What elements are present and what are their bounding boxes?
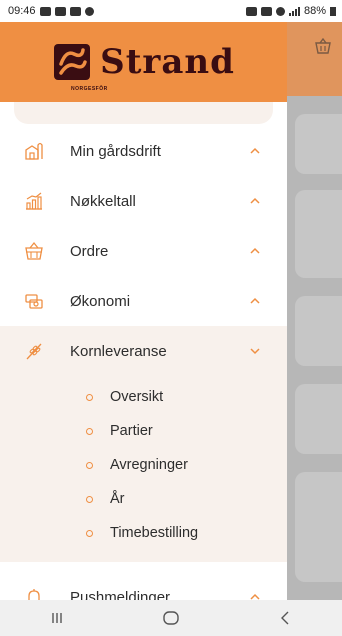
status-time: 09:46: [8, 5, 36, 17]
menu-item-pushmeldinger[interactable]: Pushmeldinger: [0, 572, 287, 600]
submenu-item-avregninger[interactable]: Avregninger: [0, 448, 287, 482]
home-button[interactable]: [151, 608, 191, 628]
menu-item-min-gardsdrift[interactable]: Min gårdsdrift: [0, 126, 287, 176]
bullet-icon: [86, 427, 93, 435]
brand-tagline: NORGESFÔR: [71, 86, 108, 92]
menu-label: Kornleveranse: [70, 342, 167, 360]
navigation-drawer: Strand NORGESFÔR Min gårdsdrift Nøkkelta…: [0, 22, 287, 600]
signal-icon: [288, 6, 300, 16]
brand-logo[interactable]: Strand: [52, 42, 235, 82]
background-card: [295, 114, 342, 174]
bullet-icon: [86, 393, 93, 401]
chevron-up-icon[interactable]: [248, 194, 262, 208]
notification-icon: [54, 6, 66, 16]
recent-apps-button[interactable]: [37, 608, 77, 628]
submenu-label: Partier: [110, 423, 153, 439]
recent-apps-icon: [52, 613, 62, 623]
wifi-icon: [275, 6, 285, 16]
chevron-up-icon[interactable]: [248, 590, 262, 600]
chevron-down-icon[interactable]: [248, 344, 262, 358]
battery-percent: 88%: [303, 5, 326, 17]
menu-item-kornleveranse[interactable]: Kornleveranse: [0, 326, 287, 376]
money-icon: [25, 294, 43, 309]
back-icon: [281, 611, 289, 625]
battery-icon: [330, 6, 336, 16]
submenu-label: År: [110, 491, 125, 507]
submenu-item-ar[interactable]: År: [0, 482, 287, 516]
background-card: [295, 190, 342, 278]
mail-icon: [69, 6, 81, 16]
brand-name: Strand: [100, 42, 235, 82]
chevron-up-icon[interactable]: [248, 244, 262, 258]
menu-item-nokkeltall[interactable]: Nøkkeltall: [0, 176, 287, 226]
kornleveranse-submenu: Oversikt Partier Avregninger År Timebest…: [0, 376, 287, 562]
bell-icon: [28, 589, 40, 600]
menu-label: Ordre: [70, 242, 109, 260]
background-card: [295, 296, 342, 366]
basket-icon[interactable]: [314, 38, 332, 54]
submenu-item-partier[interactable]: Partier: [0, 414, 287, 448]
submenu-label: Avregninger: [110, 457, 188, 473]
submenu-label: Oversikt: [110, 389, 164, 405]
alarm-icon: [245, 6, 257, 16]
menu-item-okonomi[interactable]: Økonomi: [0, 276, 287, 326]
submenu-item-oversikt[interactable]: Oversikt: [0, 380, 287, 414]
background-card: [295, 472, 342, 582]
background-app[interactable]: [287, 22, 342, 600]
status-right: 88%: [245, 5, 342, 17]
menu-label: Min gårdsdrift: [70, 142, 161, 160]
chart-icon: [26, 192, 42, 210]
menu-label: Pushmeldinger: [70, 588, 171, 601]
background-header: [287, 22, 342, 96]
background-card: [295, 384, 342, 454]
hidden-menu-item[interactable]: [14, 102, 273, 124]
basket-icon: [25, 241, 43, 260]
mute-icon: [260, 6, 272, 16]
status-bar: 09:46 88%: [0, 0, 342, 22]
grain-icon: [26, 343, 42, 360]
menu-label: Nøkkeltall: [70, 192, 136, 210]
submenu-item-timebestilling[interactable]: Timebestilling: [0, 516, 287, 550]
menu-list: Min gårdsdrift Nøkkeltall Ordre Økonomi …: [0, 126, 287, 600]
bullet-icon: [86, 529, 93, 537]
drawer-header: Strand NORGESFÔR: [0, 22, 287, 102]
bullet-icon: [86, 495, 93, 503]
logo-mark-icon: [54, 44, 91, 80]
chevron-up-icon[interactable]: [248, 144, 262, 158]
back-button[interactable]: [265, 608, 305, 628]
status-left: 09:46: [0, 5, 94, 17]
notification-icon: [39, 6, 51, 16]
farm-icon: [25, 142, 43, 160]
notification-icon: [84, 6, 94, 16]
home-icon: [163, 611, 179, 625]
menu-label: Økonomi: [70, 292, 131, 310]
chevron-up-icon[interactable]: [248, 294, 262, 308]
submenu-label: Timebestilling: [110, 525, 199, 541]
system-navigation-bar: [0, 600, 342, 636]
bullet-icon: [86, 461, 93, 469]
menu-item-ordre[interactable]: Ordre: [0, 226, 287, 276]
